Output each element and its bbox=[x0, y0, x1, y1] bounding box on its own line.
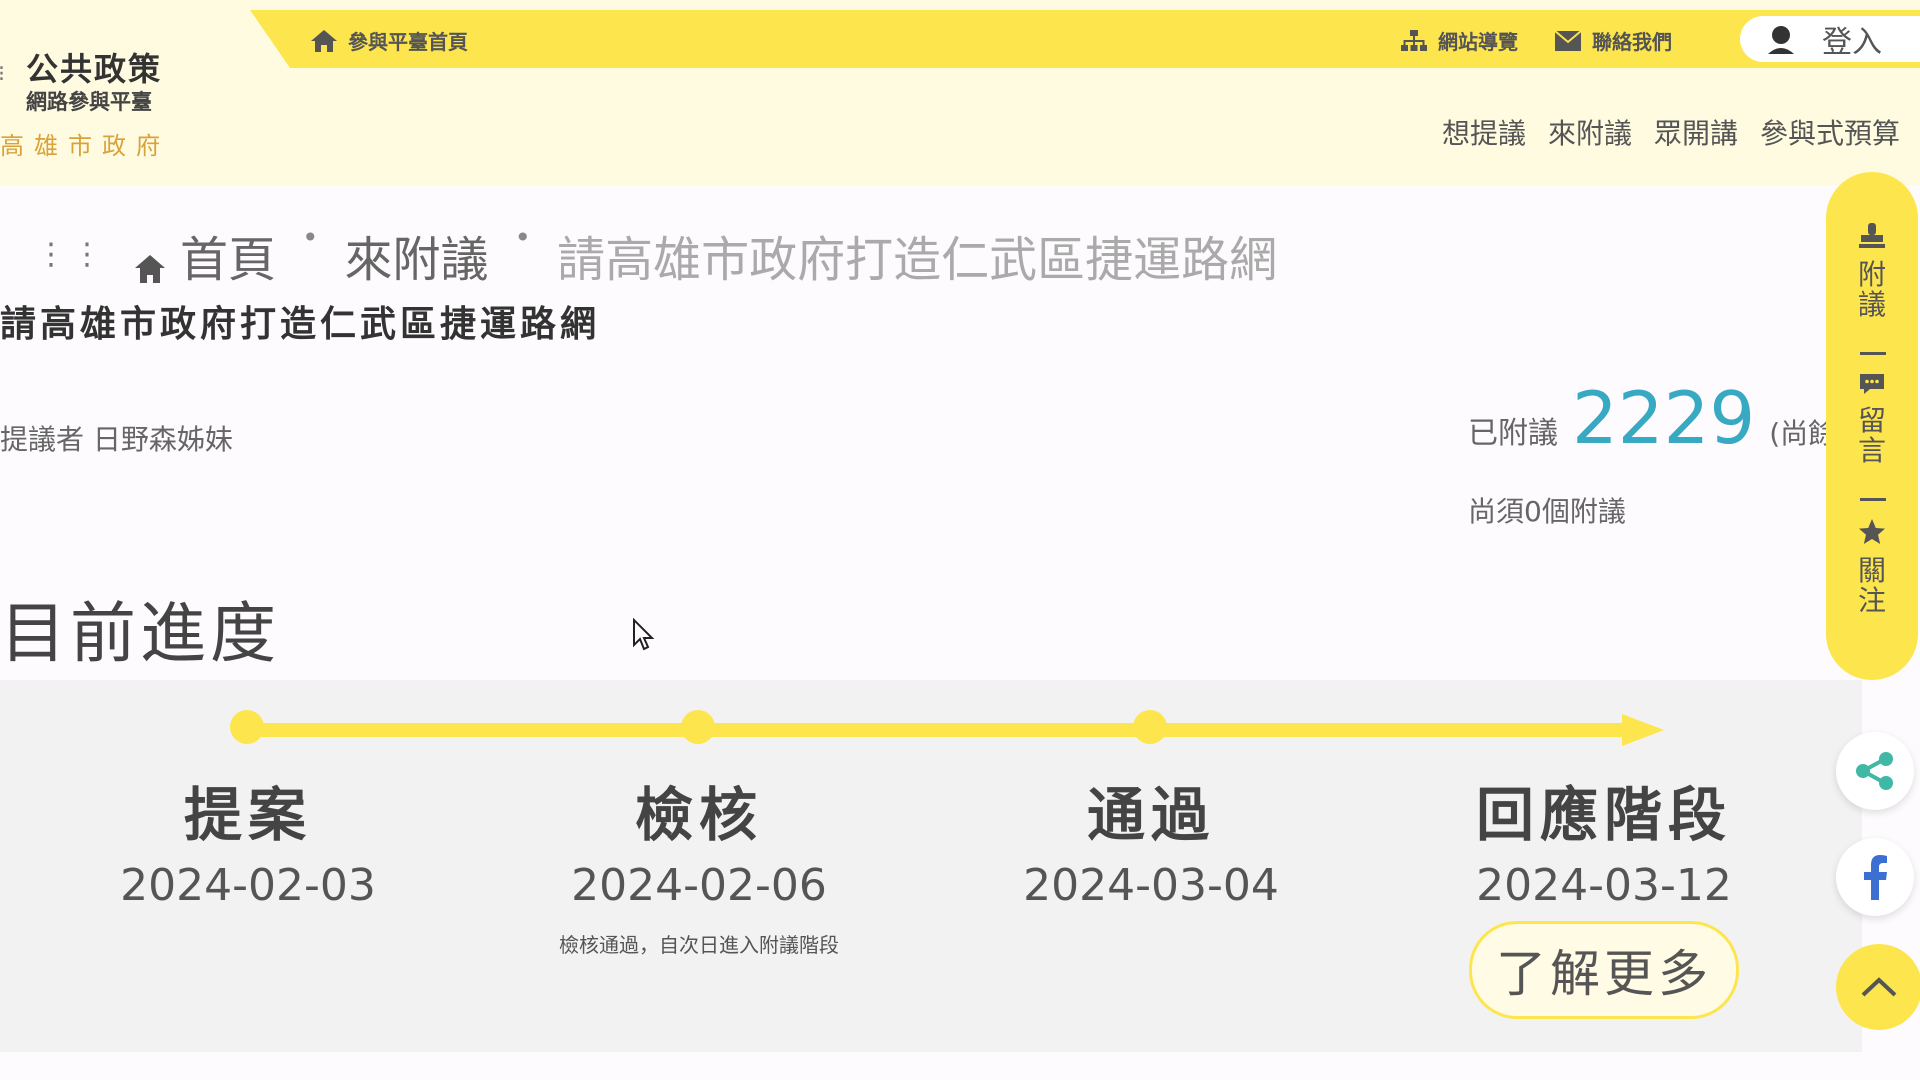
endorse-count-label: 已附議 bbox=[1468, 416, 1558, 451]
action-rail: 附議 留言 關注 bbox=[1826, 172, 1918, 680]
top-bar: 參與平臺首頁 網站導覽 聯絡我們 bbox=[250, 10, 1920, 68]
breadcrumb-current: 請高雄市政府打造仁武區捷運路網 bbox=[557, 232, 1278, 288]
breadcrumb-section[interactable]: 來附議 bbox=[345, 220, 489, 290]
proposer-label: 提議者 bbox=[0, 423, 85, 456]
facebook-share-button[interactable] bbox=[1836, 838, 1914, 916]
stage-name: 提案 bbox=[183, 781, 312, 849]
stamp-icon bbox=[1859, 223, 1885, 248]
mail-icon bbox=[1554, 29, 1582, 51]
progress-node bbox=[681, 710, 715, 744]
home-icon bbox=[311, 29, 337, 52]
stage-date: 2024-03-04 bbox=[1023, 860, 1279, 911]
share-button[interactable] bbox=[1836, 732, 1914, 810]
stage-review: 檢核 2024-02-06 檢核通過，自次日進入附議階段 bbox=[473, 768, 925, 958]
nav-item-propose[interactable]: 想提議 bbox=[1442, 112, 1526, 152]
site-header: ⁝ 公共政策 網路參與平臺 高雄市政府 參與平臺首頁 網站導覽 聯絡我們 登入 … bbox=[0, 0, 1920, 185]
rail-follow-button[interactable]: 關注 bbox=[1826, 518, 1918, 616]
platform-home-link[interactable]: 參與平臺首頁 bbox=[310, 26, 468, 55]
comment-icon bbox=[1860, 374, 1884, 394]
sitemap-link[interactable]: 網站導覽 bbox=[1400, 26, 1518, 55]
logo-org: 高雄市政府 bbox=[0, 132, 170, 160]
rail-endorse-label: 附議 bbox=[1857, 258, 1886, 321]
contact-link[interactable]: 聯絡我們 bbox=[1554, 26, 1672, 55]
login-button[interactable]: 登入 bbox=[1740, 16, 1920, 62]
stage-name: 檢核 bbox=[634, 781, 763, 849]
proposer-name: 日野森姊妹 bbox=[92, 423, 233, 456]
stage-proposal: 提案 2024-02-03 bbox=[22, 768, 474, 911]
user-icon bbox=[1768, 26, 1794, 54]
mouse-cursor-icon bbox=[633, 618, 654, 651]
breadcrumb-separator: • bbox=[514, 220, 532, 254]
breadcrumb-separator: • bbox=[302, 220, 319, 254]
stage-note: 檢核通過，自次日進入附議階段 bbox=[559, 933, 839, 957]
proposal-title: 請高雄市政府打造仁武區捷運路網 bbox=[0, 303, 601, 345]
main-nav: 想提議 來附議 眾開講 參與式預算 bbox=[1442, 112, 1900, 152]
progress-heading: 目前進度 bbox=[0, 595, 280, 672]
endorsements-needed: 尚須0個附議 bbox=[1468, 495, 1626, 528]
stage-passed: 通過 2024-03-04 bbox=[925, 768, 1377, 911]
nav-item-budget[interactable]: 參與式預算 bbox=[1760, 112, 1900, 152]
contact-label: 聯絡我們 bbox=[1592, 30, 1672, 54]
nav-item-endorse[interactable]: 來附議 bbox=[1548, 112, 1632, 152]
share-icon bbox=[1856, 752, 1893, 790]
login-label: 登入 bbox=[1822, 25, 1882, 60]
home-icon bbox=[135, 255, 165, 283]
breadcrumb: ⋮⋮ 首頁 • 來附議 • 請高雄市政府打造仁武區捷運路網 bbox=[36, 220, 1277, 290]
rail-divider bbox=[1860, 498, 1886, 501]
stage-date: 2024-03-12 bbox=[1476, 860, 1732, 911]
progress-node bbox=[1133, 710, 1167, 744]
stage-date: 2024-02-06 bbox=[571, 860, 827, 911]
rail-comment-label: 留言 bbox=[1857, 404, 1886, 467]
sitemap-label: 網站導覽 bbox=[1438, 30, 1518, 54]
learn-more-button[interactable]: 了解更多 bbox=[1469, 921, 1739, 1019]
rail-endorse-button[interactable]: 附議 bbox=[1826, 222, 1918, 320]
endorse-count: 2229 bbox=[1572, 376, 1756, 460]
nav-item-discuss[interactable]: 眾開講 bbox=[1654, 112, 1738, 152]
rail-follow-label: 關注 bbox=[1857, 554, 1886, 617]
progress-node bbox=[230, 710, 264, 744]
star-icon bbox=[1859, 519, 1885, 544]
logo-mark: ⁝ bbox=[0, 64, 5, 86]
rail-divider bbox=[1860, 352, 1886, 355]
proposer: 提議者 日野森姊妹 bbox=[0, 418, 233, 458]
stage-name: 回應階段 bbox=[1475, 781, 1732, 849]
chevron-up-icon bbox=[1861, 977, 1897, 997]
facebook-icon bbox=[1864, 855, 1887, 900]
progress-panel: 提案 2024-02-03 檢核 2024-02-06 檢核通過，自次日進入附議… bbox=[0, 680, 1862, 1052]
logo-subtitle: 網路參與平臺 bbox=[26, 90, 152, 114]
progress-arrow-icon bbox=[1622, 714, 1664, 746]
logo-title: 公共政策 bbox=[26, 50, 163, 88]
rail-comment-button[interactable]: 留言 bbox=[1826, 372, 1918, 466]
stage-response: 回應階段 2024-03-12 了解更多 bbox=[1378, 768, 1830, 1019]
breadcrumb-home[interactable]: 首頁 bbox=[180, 220, 276, 290]
menu-dots-icon[interactable]: ⋮⋮ bbox=[36, 240, 108, 270]
stage-date: 2024-02-03 bbox=[120, 860, 376, 911]
back-to-top-button[interactable] bbox=[1836, 944, 1920, 1030]
progress-track bbox=[245, 723, 1625, 737]
platform-home-label: 參與平臺首頁 bbox=[348, 30, 468, 54]
stage-name: 通過 bbox=[1086, 781, 1215, 849]
sitemap-icon bbox=[1401, 29, 1427, 51]
